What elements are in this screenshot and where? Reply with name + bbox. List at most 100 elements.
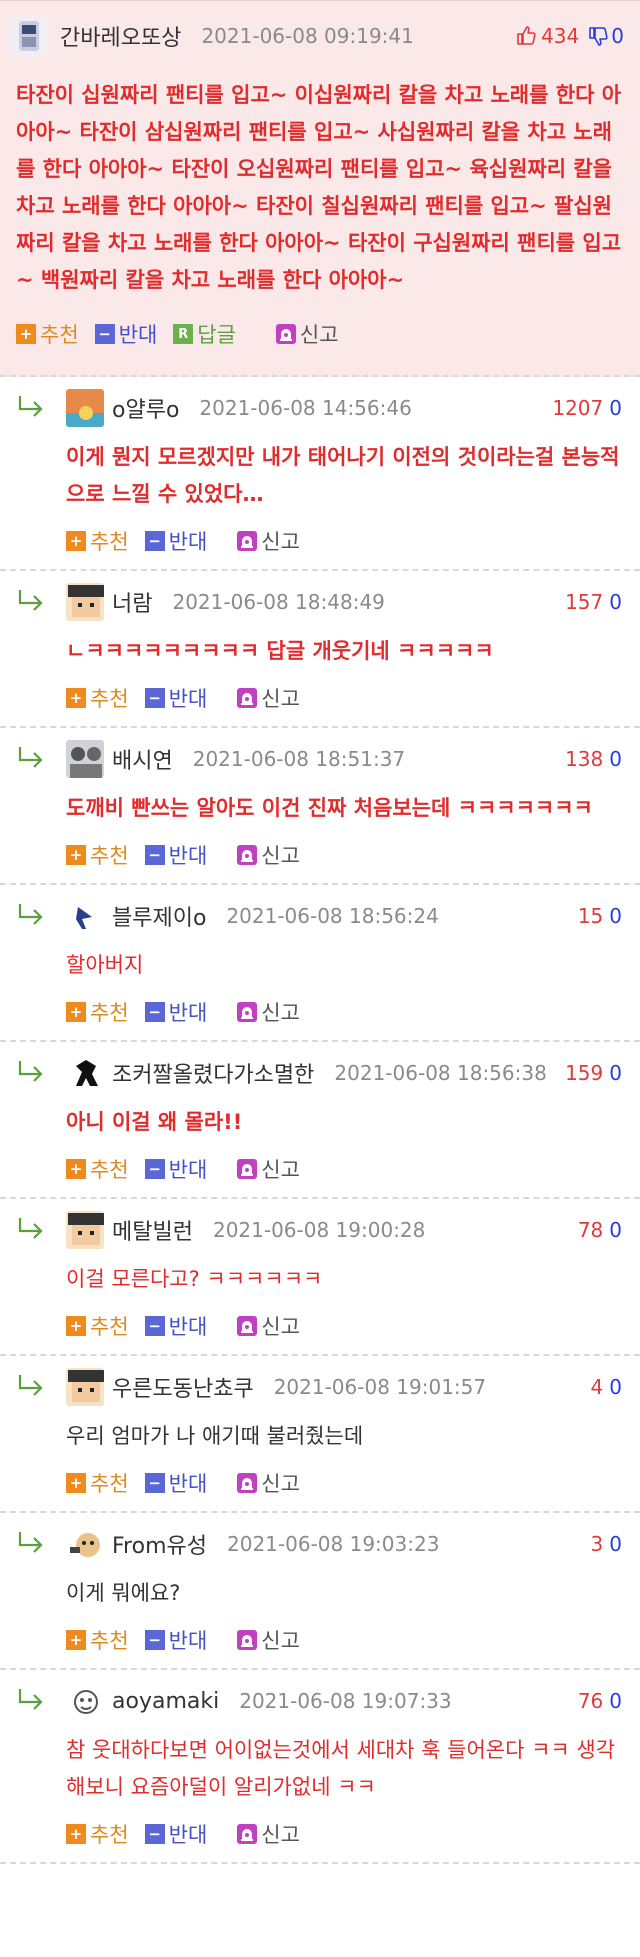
- plus-icon: +: [66, 1824, 86, 1844]
- username[interactable]: 메탈빌런: [112, 1214, 193, 1246]
- siren-icon: [237, 688, 258, 708]
- reply-arrow-icon: [18, 590, 43, 611]
- recommend-label: 추천: [90, 530, 129, 554]
- comment-body: 참 웃대하다보면 어이없는것에서 세대차 훅 들어온다 ㅋㅋ 생각해보니 요즘아…: [66, 1738, 616, 1799]
- reply-header: 너람 2021-06-08 18:48:49 157 0: [66, 571, 622, 633]
- comment-actions: + 추천 − 반대 신고: [66, 827, 622, 883]
- report-button[interactable]: 신고: [237, 526, 300, 556]
- recommend-button[interactable]: + 추천: [16, 319, 79, 349]
- recommend-label: 추천: [90, 1158, 129, 1182]
- comment-body: 할아버지: [66, 953, 144, 977]
- report-button[interactable]: 신고: [237, 1311, 300, 1341]
- vote-counts: 3 0: [591, 1532, 622, 1556]
- vote-counts: 434 0: [515, 24, 624, 48]
- comment-date: 2021-06-08 19:01:57: [273, 1375, 487, 1399]
- recommend-button[interactable]: + 추천: [66, 1819, 129, 1849]
- user-avatar[interactable]: [66, 583, 104, 621]
- reply-comment: 너람 2021-06-08 18:48:49 157 0 ㄴㅋㅋㅋㅋㅋㅋㅋㅋㅋ …: [0, 571, 640, 728]
- plus-icon: +: [66, 688, 86, 708]
- recommend-button[interactable]: + 추천: [66, 997, 129, 1027]
- recommend-label: 추천: [40, 323, 79, 347]
- reply-arrow-icon: [18, 904, 43, 925]
- report-button[interactable]: 신고: [237, 840, 300, 870]
- up-count: 78: [577, 1218, 604, 1242]
- down-count: 0: [609, 1061, 622, 1085]
- comment-actions: + 추천 − 반대 R 답글 신고: [16, 315, 624, 353]
- recommend-button[interactable]: + 추천: [66, 1625, 129, 1655]
- comment-actions: + 추천 − 반대 신고: [66, 1612, 622, 1668]
- reply-arrow-icon: [18, 747, 43, 768]
- oppose-button[interactable]: − 반대: [144, 1625, 207, 1655]
- siren-icon: [237, 531, 258, 551]
- report-button[interactable]: 신고: [237, 683, 300, 713]
- report-button[interactable]: 신고: [275, 319, 339, 349]
- recommend-button[interactable]: + 추천: [66, 1468, 129, 1498]
- username[interactable]: 우른도동난쵸쿠: [112, 1371, 254, 1403]
- user-avatar[interactable]: [66, 1525, 104, 1563]
- oppose-label: 반대: [168, 687, 208, 711]
- up-count: 3: [590, 1532, 604, 1556]
- username[interactable]: 블루제이o: [112, 900, 206, 932]
- oppose-button[interactable]: − 반대: [144, 1311, 207, 1341]
- username[interactable]: aoyamaki: [112, 1689, 219, 1714]
- recommend-button[interactable]: + 추천: [66, 526, 129, 556]
- recommend-label: 추천: [90, 1315, 129, 1339]
- comment-date: 2021-06-08 19:03:23: [227, 1532, 440, 1556]
- username[interactable]: 배시연: [112, 743, 173, 775]
- vote-counts: 157 0: [565, 590, 622, 614]
- vote-counts: 78 0: [578, 1218, 622, 1242]
- oppose-button[interactable]: − 반대: [144, 683, 208, 713]
- up-count: 157: [565, 590, 604, 614]
- reply-icon: R: [173, 324, 194, 344]
- recommend-label: 추천: [90, 1472, 129, 1496]
- username[interactable]: o얄루o: [112, 392, 179, 424]
- user-avatar[interactable]: [66, 1211, 104, 1249]
- reply-button[interactable]: R 답글: [173, 319, 236, 349]
- comment-date: 2021-06-08 09:19:41: [201, 24, 414, 48]
- username[interactable]: 조커짤올렸다가소멸한: [112, 1057, 314, 1089]
- reply-header: From유성 2021-06-08 19:03:23 3 0: [66, 1513, 622, 1575]
- recommend-button[interactable]: + 추천: [66, 1154, 129, 1184]
- username[interactable]: 간바레오또상: [60, 20, 181, 52]
- minus-icon: −: [144, 1159, 165, 1179]
- reply-header: 블루제이o 2021-06-08 18:56:24 15 0: [66, 885, 622, 947]
- comment-body: 이걸 모른다고? ㅋㅋㅋㅋㅋㅋ: [66, 1267, 323, 1291]
- user-avatar[interactable]: [66, 740, 104, 778]
- user-avatar[interactable]: [66, 1368, 104, 1406]
- oppose-button[interactable]: − 반대: [144, 1154, 207, 1184]
- reply-arrow-icon: [18, 1375, 43, 1396]
- oppose-label: 반대: [168, 1472, 208, 1496]
- siren-icon: [237, 1159, 258, 1179]
- user-avatar[interactable]: [66, 389, 104, 427]
- oppose-button[interactable]: − 반대: [144, 1468, 208, 1498]
- reply-header: 우른도동난쵸쿠 2021-06-08 19:01:57 4 0: [66, 1356, 622, 1418]
- comment-actions: + 추천 − 반대 신고: [66, 1806, 622, 1862]
- up-count: 76: [577, 1689, 604, 1713]
- report-button[interactable]: 신고: [237, 1819, 300, 1849]
- user-avatar[interactable]: [10, 17, 48, 55]
- oppose-button[interactable]: − 반대: [144, 840, 207, 870]
- comment-date: 2021-06-08 18:56:38: [334, 1061, 547, 1085]
- oppose-button[interactable]: − 반대: [144, 526, 207, 556]
- recommend-button[interactable]: + 추천: [66, 683, 129, 713]
- username[interactable]: From유성: [112, 1528, 207, 1560]
- user-avatar[interactable]: [66, 1054, 104, 1092]
- reply-comment: From유성 2021-06-08 19:03:23 3 0 이게 뭐에요? +…: [0, 1513, 640, 1670]
- report-button[interactable]: 신고: [237, 997, 300, 1027]
- user-avatar[interactable]: [66, 897, 104, 935]
- report-button[interactable]: 신고: [237, 1468, 300, 1498]
- oppose-button[interactable]: − 반대: [144, 1819, 207, 1849]
- user-avatar[interactable]: [66, 1682, 104, 1720]
- siren-icon: [275, 324, 296, 344]
- comment-actions: + 추천 − 반대 신고: [66, 1141, 622, 1197]
- reply-label: 답글: [197, 323, 236, 347]
- plus-icon: +: [66, 1159, 86, 1179]
- recommend-button[interactable]: + 추천: [66, 1311, 129, 1341]
- up-count: 4: [590, 1375, 604, 1399]
- report-button[interactable]: 신고: [237, 1154, 300, 1184]
- oppose-button[interactable]: − 반대: [144, 997, 207, 1027]
- recommend-button[interactable]: + 추천: [66, 840, 129, 870]
- oppose-button[interactable]: − 반대: [94, 319, 157, 349]
- report-button[interactable]: 신고: [237, 1625, 300, 1655]
- username[interactable]: 너람: [112, 586, 152, 618]
